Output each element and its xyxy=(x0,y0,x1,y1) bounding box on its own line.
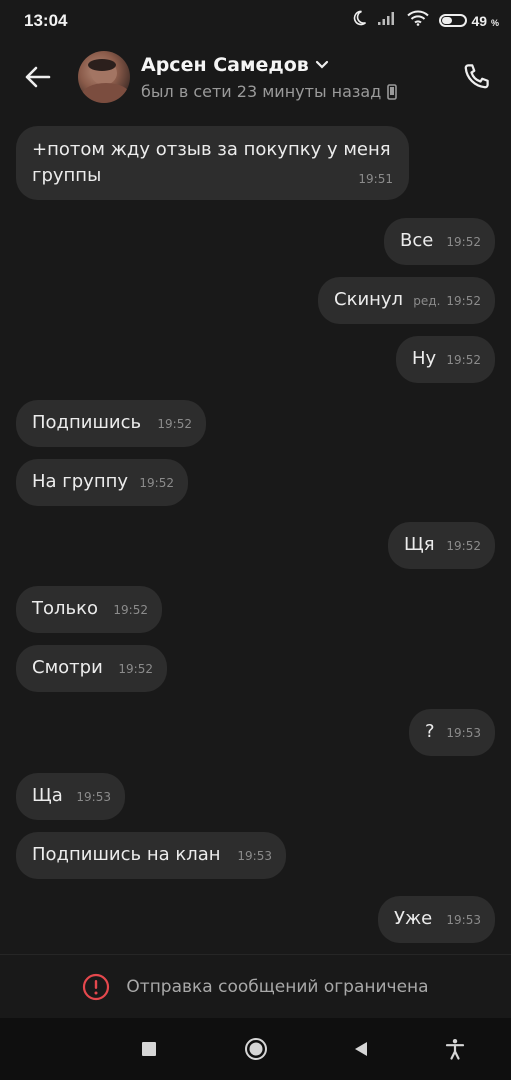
accessibility-icon xyxy=(445,1039,465,1060)
message-time: 19:52 xyxy=(139,476,174,490)
call-button[interactable] xyxy=(459,58,495,94)
avatar-photo xyxy=(82,59,130,103)
message-time: 19:52 xyxy=(446,235,481,249)
message-time: 19:52 xyxy=(446,353,481,367)
message-text: Щя xyxy=(404,534,435,555)
message-text: Ну xyxy=(412,348,437,369)
home-circle-icon xyxy=(245,1038,267,1060)
message-meta: 19:53 xyxy=(76,784,111,810)
nav-back-button[interactable] xyxy=(348,1036,374,1062)
message-list[interactable]: +потом жду отзыв за покупку у меня группы… xyxy=(0,112,511,952)
edited-label: ред. xyxy=(413,294,441,308)
message-meta: 19:52 xyxy=(118,656,153,682)
chevron-down-icon xyxy=(315,60,328,69)
message-text: Только xyxy=(32,598,99,619)
system-nav-bar xyxy=(0,1018,511,1080)
messaging-restricted-bar: Отправка сообщений ограничена xyxy=(0,954,511,1019)
message-time: 19:53 xyxy=(446,913,481,927)
back-button[interactable] xyxy=(18,58,56,96)
incoming-message[interactable]: На группу 19:52 xyxy=(16,459,188,506)
message-text: ? xyxy=(425,721,435,742)
battery-indicator: 49 % xyxy=(438,12,499,29)
back-arrow-icon xyxy=(25,66,51,88)
outgoing-message[interactable]: Все 19:52 xyxy=(384,218,495,265)
outgoing-message[interactable]: ? 19:53 xyxy=(409,709,495,756)
message-time: 19:52 xyxy=(446,539,481,553)
accessibility-button[interactable] xyxy=(442,1036,468,1062)
incoming-message[interactable]: +потом жду отзыв за покупку у меня группы… xyxy=(16,126,409,200)
outgoing-message[interactable]: Ну 19:52 xyxy=(396,336,495,383)
message-text: Все xyxy=(400,230,434,251)
message-text: Подпишись xyxy=(32,412,142,433)
message-text: Уже xyxy=(394,908,433,929)
message-meta: 19:52 xyxy=(113,597,148,623)
last-seen-text: был в сети 23 минуты назад xyxy=(141,82,382,101)
home-button[interactable] xyxy=(243,1036,269,1062)
status-time: 13:04 xyxy=(24,11,68,30)
battery-fill xyxy=(441,17,453,24)
message-text: группы xyxy=(32,165,102,186)
incoming-message[interactable]: Смотри 19:52 xyxy=(16,645,167,692)
status-icons: 49 % xyxy=(351,10,499,31)
call-icon xyxy=(464,64,489,89)
message-meta: 19:53 xyxy=(446,907,481,933)
alert-circle-icon xyxy=(83,973,110,1001)
contact-name[interactable]: Арсен Самедов xyxy=(141,54,329,76)
message-meta: 19:52 xyxy=(139,470,174,496)
battery-icon xyxy=(438,14,467,27)
message-text: +потом жду отзыв за покупку у меня xyxy=(32,139,391,160)
message-text: Подпишись на клан xyxy=(32,844,221,865)
status-bar: 13:04 49 % xyxy=(0,0,511,42)
message-meta: 19:52 xyxy=(157,411,192,437)
message-time: 19:53 xyxy=(446,726,481,740)
message-meta: 19:52 xyxy=(446,347,481,373)
contact-status: был в сети 23 минуты назад xyxy=(141,82,398,101)
outgoing-message[interactable]: Уже 19:53 xyxy=(378,896,495,943)
phone-device-icon xyxy=(387,83,398,100)
message-time: 19:52 xyxy=(118,662,153,676)
message-time: 19:53 xyxy=(76,790,111,804)
incoming-message[interactable]: Ща 19:53 xyxy=(16,773,125,820)
message-time: 19:53 xyxy=(237,849,272,863)
message-meta: 19:52 xyxy=(446,229,481,255)
chat-header: Арсен Самедов был в сети 23 минуты назад xyxy=(0,42,511,112)
message-text: На группу xyxy=(32,471,129,492)
message-meta: 19:53 xyxy=(237,843,272,869)
back-triangle-icon xyxy=(355,1042,367,1056)
signal-icon xyxy=(377,10,397,31)
avatar[interactable] xyxy=(78,51,130,103)
outgoing-message[interactable]: Щя 19:52 xyxy=(388,522,495,569)
message-time: 19:52 xyxy=(113,603,148,617)
battery-percent: 49 % xyxy=(471,12,499,29)
message-time: 19:52 xyxy=(446,294,481,308)
incoming-message[interactable]: Подпишись на клан 19:53 xyxy=(16,832,286,879)
message-time: 19:51 xyxy=(358,172,393,186)
outgoing-message[interactable]: Скинул ред. 19:52 xyxy=(318,277,495,324)
message-text: Скинул xyxy=(334,289,404,310)
message-time: 19:52 xyxy=(157,417,192,431)
contact-name-text: Арсен Самедов xyxy=(141,54,309,76)
wifi-icon xyxy=(406,10,429,31)
message-text: Смотри xyxy=(32,657,103,678)
moon-icon xyxy=(351,10,367,31)
message-meta: 19:52 xyxy=(446,533,481,559)
message-text: Ща xyxy=(32,785,63,806)
message-meta: 19:53 xyxy=(446,720,481,746)
recents-button[interactable] xyxy=(136,1036,162,1062)
message-meta: ред. 19:52 xyxy=(413,288,481,314)
incoming-message[interactable]: Только 19:52 xyxy=(16,586,162,633)
incoming-message[interactable]: Подпишись 19:52 xyxy=(16,400,206,447)
restriction-text: Отправка сообщений ограничена xyxy=(126,977,429,997)
recents-square-icon xyxy=(142,1042,156,1056)
